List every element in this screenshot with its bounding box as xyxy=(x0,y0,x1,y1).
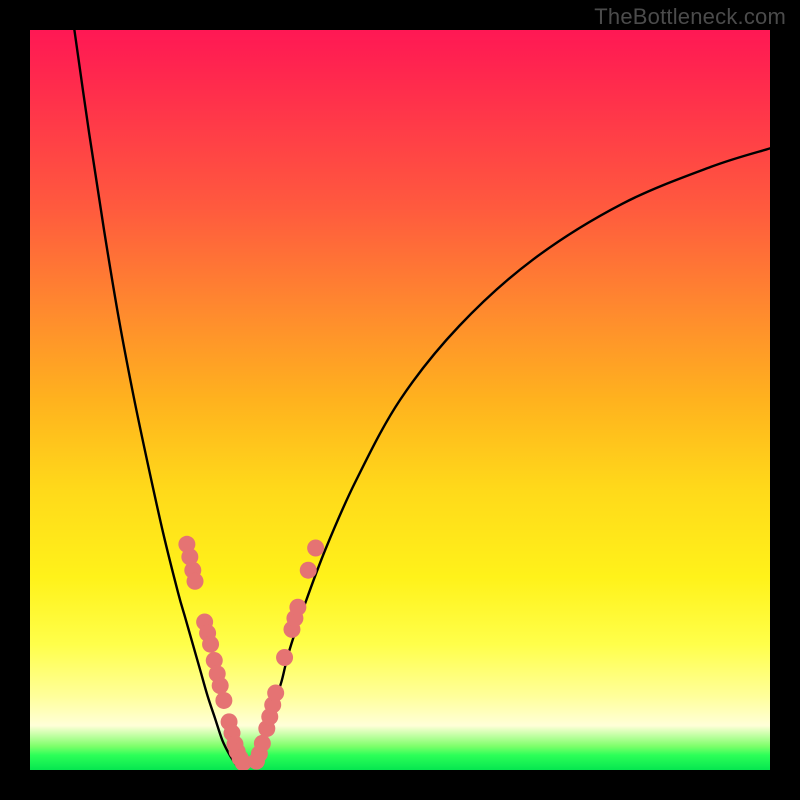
marker-right xyxy=(307,540,324,557)
chart-svg xyxy=(30,30,770,770)
marker-right xyxy=(300,562,317,579)
marker-left xyxy=(215,692,232,709)
marker-right xyxy=(276,649,293,666)
plot-area xyxy=(30,30,770,770)
marker-left xyxy=(212,677,229,694)
marker-right xyxy=(289,599,306,616)
marker-left xyxy=(187,573,204,590)
watermark-text: TheBottleneck.com xyxy=(594,4,786,30)
curve-group xyxy=(74,30,770,766)
marker-right xyxy=(254,735,271,752)
marker-group xyxy=(178,536,324,770)
marker-right xyxy=(267,685,284,702)
curve-right-curve xyxy=(252,148,770,766)
frame: TheBottleneck.com xyxy=(0,0,800,800)
marker-left xyxy=(202,636,219,653)
